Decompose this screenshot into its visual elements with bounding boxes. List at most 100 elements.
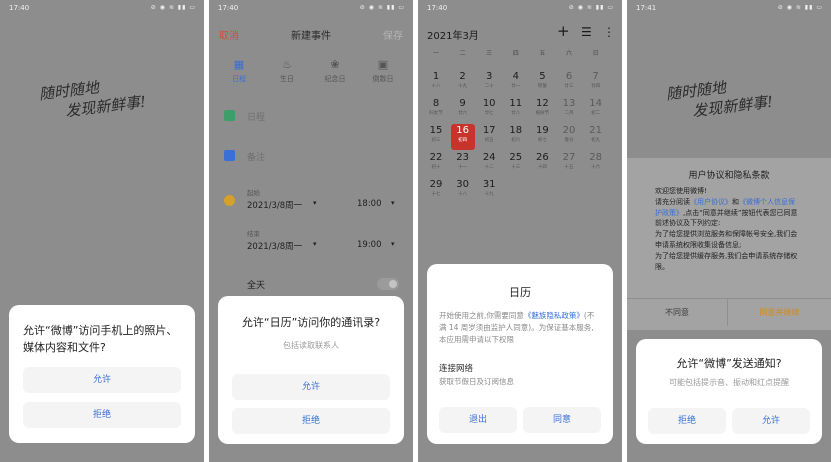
calendar-day[interactable]: 15 初三 xyxy=(424,124,448,150)
calendar-day[interactable]: 12 植树节 xyxy=(530,97,554,123)
more-icon[interactable]: ⋮ xyxy=(603,25,615,39)
tab-label: 倒数日 xyxy=(372,75,394,83)
day-number: 23 xyxy=(456,152,469,163)
calendar-day[interactable]: 19 初七 xyxy=(530,124,554,150)
calendar-day[interactable]: 3 二十 xyxy=(477,70,501,96)
tab-schedule[interactable]: ▦ 日程 xyxy=(217,58,261,84)
calendar-day[interactable]: 23 十一 xyxy=(451,151,475,177)
tab-countdown[interactable]: ▣ 倒数日 xyxy=(361,58,405,84)
new-event-screen: 17:40 ⊘ ◉ ≋ ▮▮ ▭ 取消 新建事件 保存 ▦ 日程 ♨ 生日 ❀ … xyxy=(209,0,413,462)
allday-toggle[interactable] xyxy=(377,278,399,290)
lunar-date: 春分 xyxy=(564,138,574,143)
chevron-down-icon: ▾ xyxy=(313,199,317,207)
allow-button[interactable]: 允许 xyxy=(23,367,181,393)
day-number: 7 xyxy=(592,71,599,82)
remark-input[interactable]: 备注 xyxy=(247,150,265,163)
allow-button[interactable]: 允许 xyxy=(732,408,810,434)
weekday-label: 四 xyxy=(512,50,519,57)
agree-button[interactable]: 同意 xyxy=(523,407,601,433)
lunar-date: 十五 xyxy=(564,165,574,170)
lunar-date: 惊蛰 xyxy=(537,84,547,89)
body-text: 开始使用之前,你需要同意 xyxy=(439,311,524,320)
end-date[interactable]: 2021/3/8周一 xyxy=(247,240,302,252)
agreement-body: 欢迎您使用微博! 请充分阅读《用户协议》和《微博个人信息保护政策》,点击“同意并… xyxy=(655,186,801,272)
lunar-date: 植树节 xyxy=(535,111,550,116)
lunar-date: 初三 xyxy=(431,138,441,143)
calendar-day[interactable]: 28 十六 xyxy=(584,151,608,177)
tab-birthday[interactable]: ♨ 生日 xyxy=(265,58,309,84)
clock-icon xyxy=(224,195,235,206)
disagree-button[interactable]: 不同意 xyxy=(627,307,727,318)
calendar-day[interactable]: 24 十二 xyxy=(477,151,501,177)
calendar-day[interactable]: 25 十三 xyxy=(504,151,528,177)
calendar-day-today[interactable]: 16 初四 xyxy=(450,124,475,150)
end-label: 结束 xyxy=(247,230,260,238)
calendar-day[interactable]: 2 十九 xyxy=(451,70,475,96)
calendar-day[interactable]: 8 妇女节 xyxy=(424,97,448,123)
privacy-policy-link[interactable]: 《魅族隐私政策》 xyxy=(524,311,584,320)
month-title: 2021年3月 xyxy=(427,31,479,42)
deny-button[interactable]: 拒绝 xyxy=(648,408,726,434)
calendar-day[interactable]: 5 惊蛰 xyxy=(530,70,554,96)
calendar-day[interactable]: 17 初五 xyxy=(477,124,501,150)
calendar-day[interactable]: 27 十五 xyxy=(557,151,581,177)
start-time[interactable]: 18:00 xyxy=(357,199,382,209)
deny-button[interactable]: 拒绝 xyxy=(232,408,390,434)
calendar-day[interactable]: 7 廿四 xyxy=(584,70,608,96)
permission-title: 连接网络 xyxy=(439,364,474,374)
calendar-day[interactable]: 1 十八 xyxy=(424,70,448,96)
day-number: 26 xyxy=(536,152,549,163)
lunar-date: 十七 xyxy=(431,192,441,197)
calendar-day[interactable]: 20 春分 xyxy=(557,124,581,150)
end-time[interactable]: 19:00 xyxy=(357,240,382,250)
calendar-day[interactable]: 30 十八 xyxy=(451,178,475,204)
dialog-title: 允许“微博”访问手机上的照片、媒体内容和文件? xyxy=(23,324,178,354)
weekday-label: 六 xyxy=(565,50,572,57)
start-date[interactable]: 2021/3/8周一 xyxy=(247,199,302,211)
day-number: 31 xyxy=(482,179,496,190)
allow-button[interactable]: 允许 xyxy=(232,374,390,400)
calendar-day[interactable]: 22 初十 xyxy=(424,151,448,177)
day-number: 19 xyxy=(536,125,549,136)
status-icons: ⊘ ◉ ≋ ▮▮ ▭ xyxy=(777,4,823,11)
calendar-day[interactable]: 29 十七 xyxy=(424,178,448,204)
lunar-date: 初六 xyxy=(511,138,521,143)
calendar-day[interactable]: 14 初二 xyxy=(584,97,608,123)
list-icon[interactable]: ☰ xyxy=(581,25,592,39)
calendar-day[interactable]: 9 廿六 xyxy=(451,97,475,123)
calendar-day[interactable]: 26 十四 xyxy=(530,151,554,177)
tab-anniversary[interactable]: ❀ 纪念日 xyxy=(313,58,357,84)
calendar-day[interactable]: 13 二月 xyxy=(557,97,581,123)
schedule-input[interactable]: 日程 xyxy=(247,110,265,123)
lunar-date: 初十 xyxy=(431,165,441,170)
deny-button[interactable]: 拒绝 xyxy=(23,402,181,428)
lunar-date: 廿八 xyxy=(511,111,521,116)
calendar-day[interactable]: 10 廿七 xyxy=(477,97,501,123)
weibo-slogan: 随时随地 发现新鲜事! xyxy=(38,72,147,125)
calendar-day[interactable]: 11 廿八 xyxy=(504,97,528,123)
calendar-day[interactable]: 6 廿三 xyxy=(557,70,581,96)
day-number: 18 xyxy=(509,125,523,136)
agreement-paragraph: 请充分阅读《用户协议》和《微博个人信息保护政策》,点击“同意并继续”按钮代表您已… xyxy=(655,197,801,229)
day-number: 14 xyxy=(589,98,602,109)
agree-continue-button[interactable]: 同意并继续 xyxy=(728,307,831,318)
media-permission-dialog: 允许“微博”访问手机上的照片、媒体内容和文件? 允许 拒绝 xyxy=(9,305,195,443)
add-icon[interactable]: + xyxy=(557,22,570,40)
calendar-day[interactable]: 21 初九 xyxy=(584,124,608,150)
lunar-date: 初四 xyxy=(458,138,468,143)
dialog-title: 允许“微博”发送通知? xyxy=(676,357,782,370)
day-number: 21 xyxy=(589,125,602,136)
status-icons: ⊘ ◉ ≋ ▮▮ ▭ xyxy=(150,4,196,11)
save-button[interactable]: 保存 xyxy=(383,27,403,42)
agreement-title: 用户协议和隐私条款 xyxy=(688,171,770,181)
calendar-day[interactable]: 18 初六 xyxy=(504,124,528,150)
weibo-agreement-screen: 17:41 ⊘ ◉ ≋ ▮▮ ▭ 随时随地 发现新鲜事! 用户协议和隐私条款 欢… xyxy=(627,0,831,462)
user-agreement-link[interactable]: 《用户协议》 xyxy=(690,198,732,206)
calendar-day[interactable]: 31 十九 xyxy=(477,178,501,204)
day-number: 5 xyxy=(539,71,546,82)
event-type-tabs: ▦ 日程 ♨ 生日 ❀ 纪念日 ▣ 倒数日 xyxy=(209,58,413,90)
calendar-day[interactable]: 4 廿一 xyxy=(504,70,528,96)
cake-icon: ♨ xyxy=(282,58,292,71)
status-time: 17:40 xyxy=(218,4,239,12)
exit-button[interactable]: 退出 xyxy=(439,407,517,433)
